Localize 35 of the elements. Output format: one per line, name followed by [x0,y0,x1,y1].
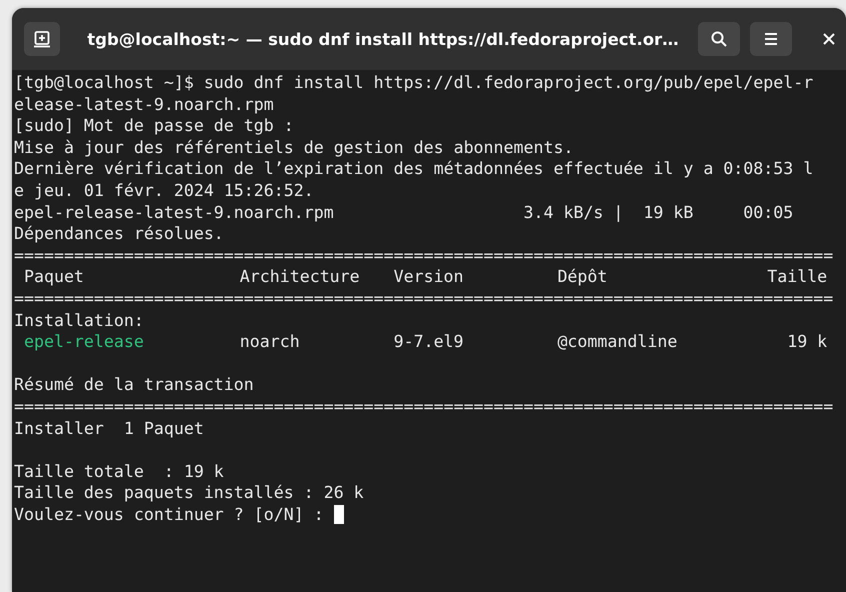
terminal-line: epel-release-latest-9.noarch.rpm 3.4 kB/s | 19 kB 00:05 [14,202,794,224]
terminal-line: [sudo] Mot de passe de tgb : [14,115,294,137]
search-icon [710,30,728,48]
table-cell-text: noarch [240,331,301,353]
table-cell: 19 k [787,331,828,353]
column-header: Version [394,266,465,288]
terminal-line: Dépendances résolues. [14,223,224,245]
terminal-line: e jeu. 01 févr. 2024 15:26:52. [14,180,314,202]
terminal-line: [tgb@localhost ~]$ sudo dnf install https://dl.fedoraproject.org/pub/epel/epel-r [14,72,814,94]
terminal-line: Mise à jour des référentiels de gestion des abonnements. [14,136,574,158]
column-header: Architecture [240,266,361,288]
close-icon [823,33,835,45]
search-button[interactable] [698,22,740,56]
terminal-line: ================================================================================== [14,244,834,266]
terminal-line: ================================================================================== [14,288,834,310]
column-header: Paquet [24,266,85,288]
column-header: Taille [767,266,828,288]
terminal-line: Installer 1 Paquet [14,418,204,440]
terminal-line: Voulez-vous continuer ? [o/N] : [14,504,325,526]
terminal-line: Taille totale : 19 k [14,460,224,482]
column-header: Dépôt [557,266,608,288]
menu-icon [763,32,779,46]
terminal-line: Dernière vérification de l’expiration des métadonnées effectuée il y a 0:08:53 l [14,158,814,180]
window-title: tgb@localhost:~ — sudo dnf install https://dl.fedoraproject.or… [86,30,680,48]
terminal-line: ================================================================================== [14,396,834,418]
table-cell-text: @commandline [557,331,678,353]
terminal-line: Taille des paquets installés : 26 k [14,482,364,504]
table-cell-text: epel-release [24,331,145,353]
terminal-line: Installation: [14,310,144,332]
terminal-line: elease-latest-9.noarch.rpm [14,94,274,116]
table-cell-text: 9-7.el9 [394,331,465,353]
new-tab-button[interactable] [24,22,60,56]
terminal-line: Résumé de la transaction [14,374,254,396]
new-tab-icon [33,30,51,48]
menu-button[interactable] [750,22,792,56]
